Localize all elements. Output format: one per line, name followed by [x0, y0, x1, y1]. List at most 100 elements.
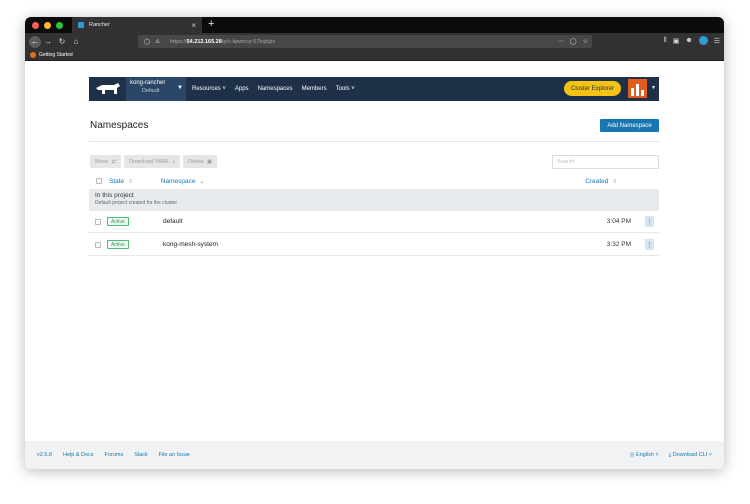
user-avatar[interactable]: [628, 79, 647, 98]
sort-icon: ⇕: [128, 178, 133, 185]
nav-apps[interactable]: Apps: [235, 86, 249, 92]
globe-icon: ◎: [629, 451, 635, 458]
extension-icon[interactable]: [698, 36, 708, 45]
reload-icon[interactable]: ↻: [55, 37, 69, 46]
rancher-header: kong-rancher Default ▼ Resources ˅ Apps …: [89, 77, 659, 101]
status-badge: Active: [107, 217, 129, 226]
url-bar[interactable]: ◯ ⚠ https:// 54.212.165.28 /p/c-kpwnt:p-…: [138, 35, 592, 48]
cluster-name: kong-rancher: [130, 80, 166, 86]
table-row[interactable]: Active kong-mesh-system 3:32 PM ⋮: [89, 234, 659, 256]
divider: [89, 141, 659, 142]
new-tab-button[interactable]: +: [208, 18, 214, 30]
user-menu-chevron-icon[interactable]: ▼: [651, 85, 656, 91]
column-created[interactable]: Created ⇕: [585, 178, 617, 185]
delete-button[interactable]: Delete ▣: [182, 155, 218, 168]
namespace-name[interactable]: default: [163, 218, 183, 225]
footer-help-docs[interactable]: Help & Docs: [63, 452, 94, 458]
page-title: Namespaces: [90, 120, 149, 131]
project-name: Default: [142, 88, 160, 94]
url-protocol: https://: [170, 38, 187, 45]
chevron-down-icon: ▼: [177, 85, 183, 91]
sort-down-icon: ⌄: [199, 178, 205, 185]
url-host: 54.212.165.28: [186, 38, 222, 45]
column-created-label: Created: [585, 177, 609, 185]
download-cli-label: Download CLI: [672, 451, 708, 458]
home-icon[interactable]: ⌂: [69, 37, 83, 46]
cluster-project-switcher[interactable]: kong-rancher Default ▼: [126, 77, 186, 101]
move-button[interactable]: Move ⇄: [90, 155, 122, 168]
chevron-down-icon: ˅: [351, 86, 355, 92]
bookmarks-bar: Getting Started: [25, 50, 724, 61]
minimize-window-icon[interactable]: [44, 21, 51, 29]
forward-arrow-icon[interactable]: →: [41, 37, 55, 46]
footer-forums[interactable]: Forums: [105, 452, 124, 458]
delete-label: Delete: [187, 158, 204, 165]
rancher-favicon-icon: [78, 22, 84, 28]
search-input[interactable]: Search: [552, 155, 659, 169]
tab-title: Rancher: [89, 22, 110, 28]
row-checkbox[interactable]: [95, 242, 101, 248]
nav-members[interactable]: Members: [302, 86, 327, 92]
browser-toolbar: ← → ↻ ⌂ ◯ ⚠ https:// 54.212.165.28 /p/c-…: [25, 33, 724, 50]
sidebar-icon[interactable]: ▣: [673, 37, 680, 45]
nav-resources-label: Resources: [192, 86, 221, 92]
download-cli-button[interactable]: ⤓ Download CLI ˅: [669, 452, 712, 459]
rancher-page: kong-rancher Default ▼ Resources ˅ Apps …: [25, 61, 724, 469]
more-actions-icon[interactable]: ⋯: [558, 38, 564, 45]
close-window-icon[interactable]: [32, 21, 39, 29]
group-title: In this project: [95, 192, 134, 199]
add-namespace-button[interactable]: Add Namespace: [600, 119, 659, 132]
library-icon[interactable]: ‖: [664, 37, 667, 44]
rancher-logo-icon[interactable]: [89, 77, 126, 101]
move-label: Move: [95, 158, 109, 165]
sort-icon: ⇕: [612, 178, 617, 185]
nav-tools-label: Tools: [335, 86, 350, 92]
table-row[interactable]: Active default 3:04 PM ⋮: [89, 211, 659, 233]
column-state-label: State: [109, 177, 125, 185]
language-label: English: [635, 451, 654, 458]
browser-window: Rancher × + ← → ↻ ⌂ ◯ ⚠ https:// 54.212.…: [25, 17, 724, 469]
footer-slack[interactable]: Slack: [134, 452, 147, 458]
created-time: 3:32 PM: [606, 241, 631, 248]
url-path: /p/c-kpwnt:p-57bqbjzs: [221, 38, 276, 45]
menu-icon[interactable]: ☰: [714, 37, 720, 45]
group-subtitle: Default project created for the cluster: [95, 200, 177, 206]
back-arrow-icon[interactable]: ←: [29, 35, 41, 48]
namespace-name[interactable]: kong-mesh-system: [163, 241, 218, 248]
footer-file-issue[interactable]: File an Issue: [159, 452, 190, 458]
download-icon: ⤓: [172, 158, 175, 164]
bookmark-getting-started[interactable]: Getting Started: [39, 52, 73, 58]
chevron-down-icon: ˅: [222, 86, 226, 92]
footer-version[interactable]: v2.5.8: [37, 452, 52, 458]
table-header: State ⇕ Namespace ⌄ Created ⇕: [89, 174, 659, 188]
page-footer: v2.5.8 Help & Docs Forums Slack File an …: [25, 441, 724, 469]
project-group-row: In this project Default project created …: [89, 189, 659, 211]
nav-resources[interactable]: Resources ˅: [192, 86, 226, 92]
nav-namespaces[interactable]: Namespaces: [258, 86, 293, 92]
download-label: Download YAML: [129, 158, 170, 165]
maximize-window-icon[interactable]: [56, 21, 63, 29]
created-time: 3:04 PM: [606, 218, 631, 225]
tab-close-icon[interactable]: ×: [191, 21, 196, 30]
column-state[interactable]: State ⇕: [109, 178, 133, 185]
shield-icon[interactable]: ◯: [144, 39, 150, 45]
row-actions-icon[interactable]: ⋮: [645, 216, 654, 227]
select-all-checkbox[interactable]: [96, 178, 102, 184]
row-actions-icon[interactable]: ⋮: [645, 239, 654, 250]
chevron-down-icon: ˅: [655, 451, 659, 458]
row-checkbox[interactable]: [95, 219, 101, 225]
column-namespace[interactable]: Namespace ⌄: [161, 178, 204, 185]
bookmark-star-icon[interactable]: ☆: [583, 38, 588, 45]
download-yaml-button[interactable]: Download YAML ⤓: [124, 155, 180, 168]
cluster-explorer-button[interactable]: Cluster Explorer: [563, 81, 621, 96]
status-badge: Active: [107, 240, 129, 249]
download-icon: ⤓: [668, 451, 672, 458]
firefox-icon: [30, 52, 36, 58]
lock-icon[interactable]: ⚠: [155, 39, 160, 45]
nav-tools[interactable]: Tools ˅: [336, 86, 355, 92]
language-selector[interactable]: ◎ English ˅: [630, 452, 659, 459]
chevron-down-icon: ˅: [708, 451, 712, 458]
pocket-icon[interactable]: ◯: [570, 38, 577, 45]
browser-tab[interactable]: Rancher ×: [72, 17, 202, 33]
account-icon[interactable]: ☻: [685, 37, 692, 44]
